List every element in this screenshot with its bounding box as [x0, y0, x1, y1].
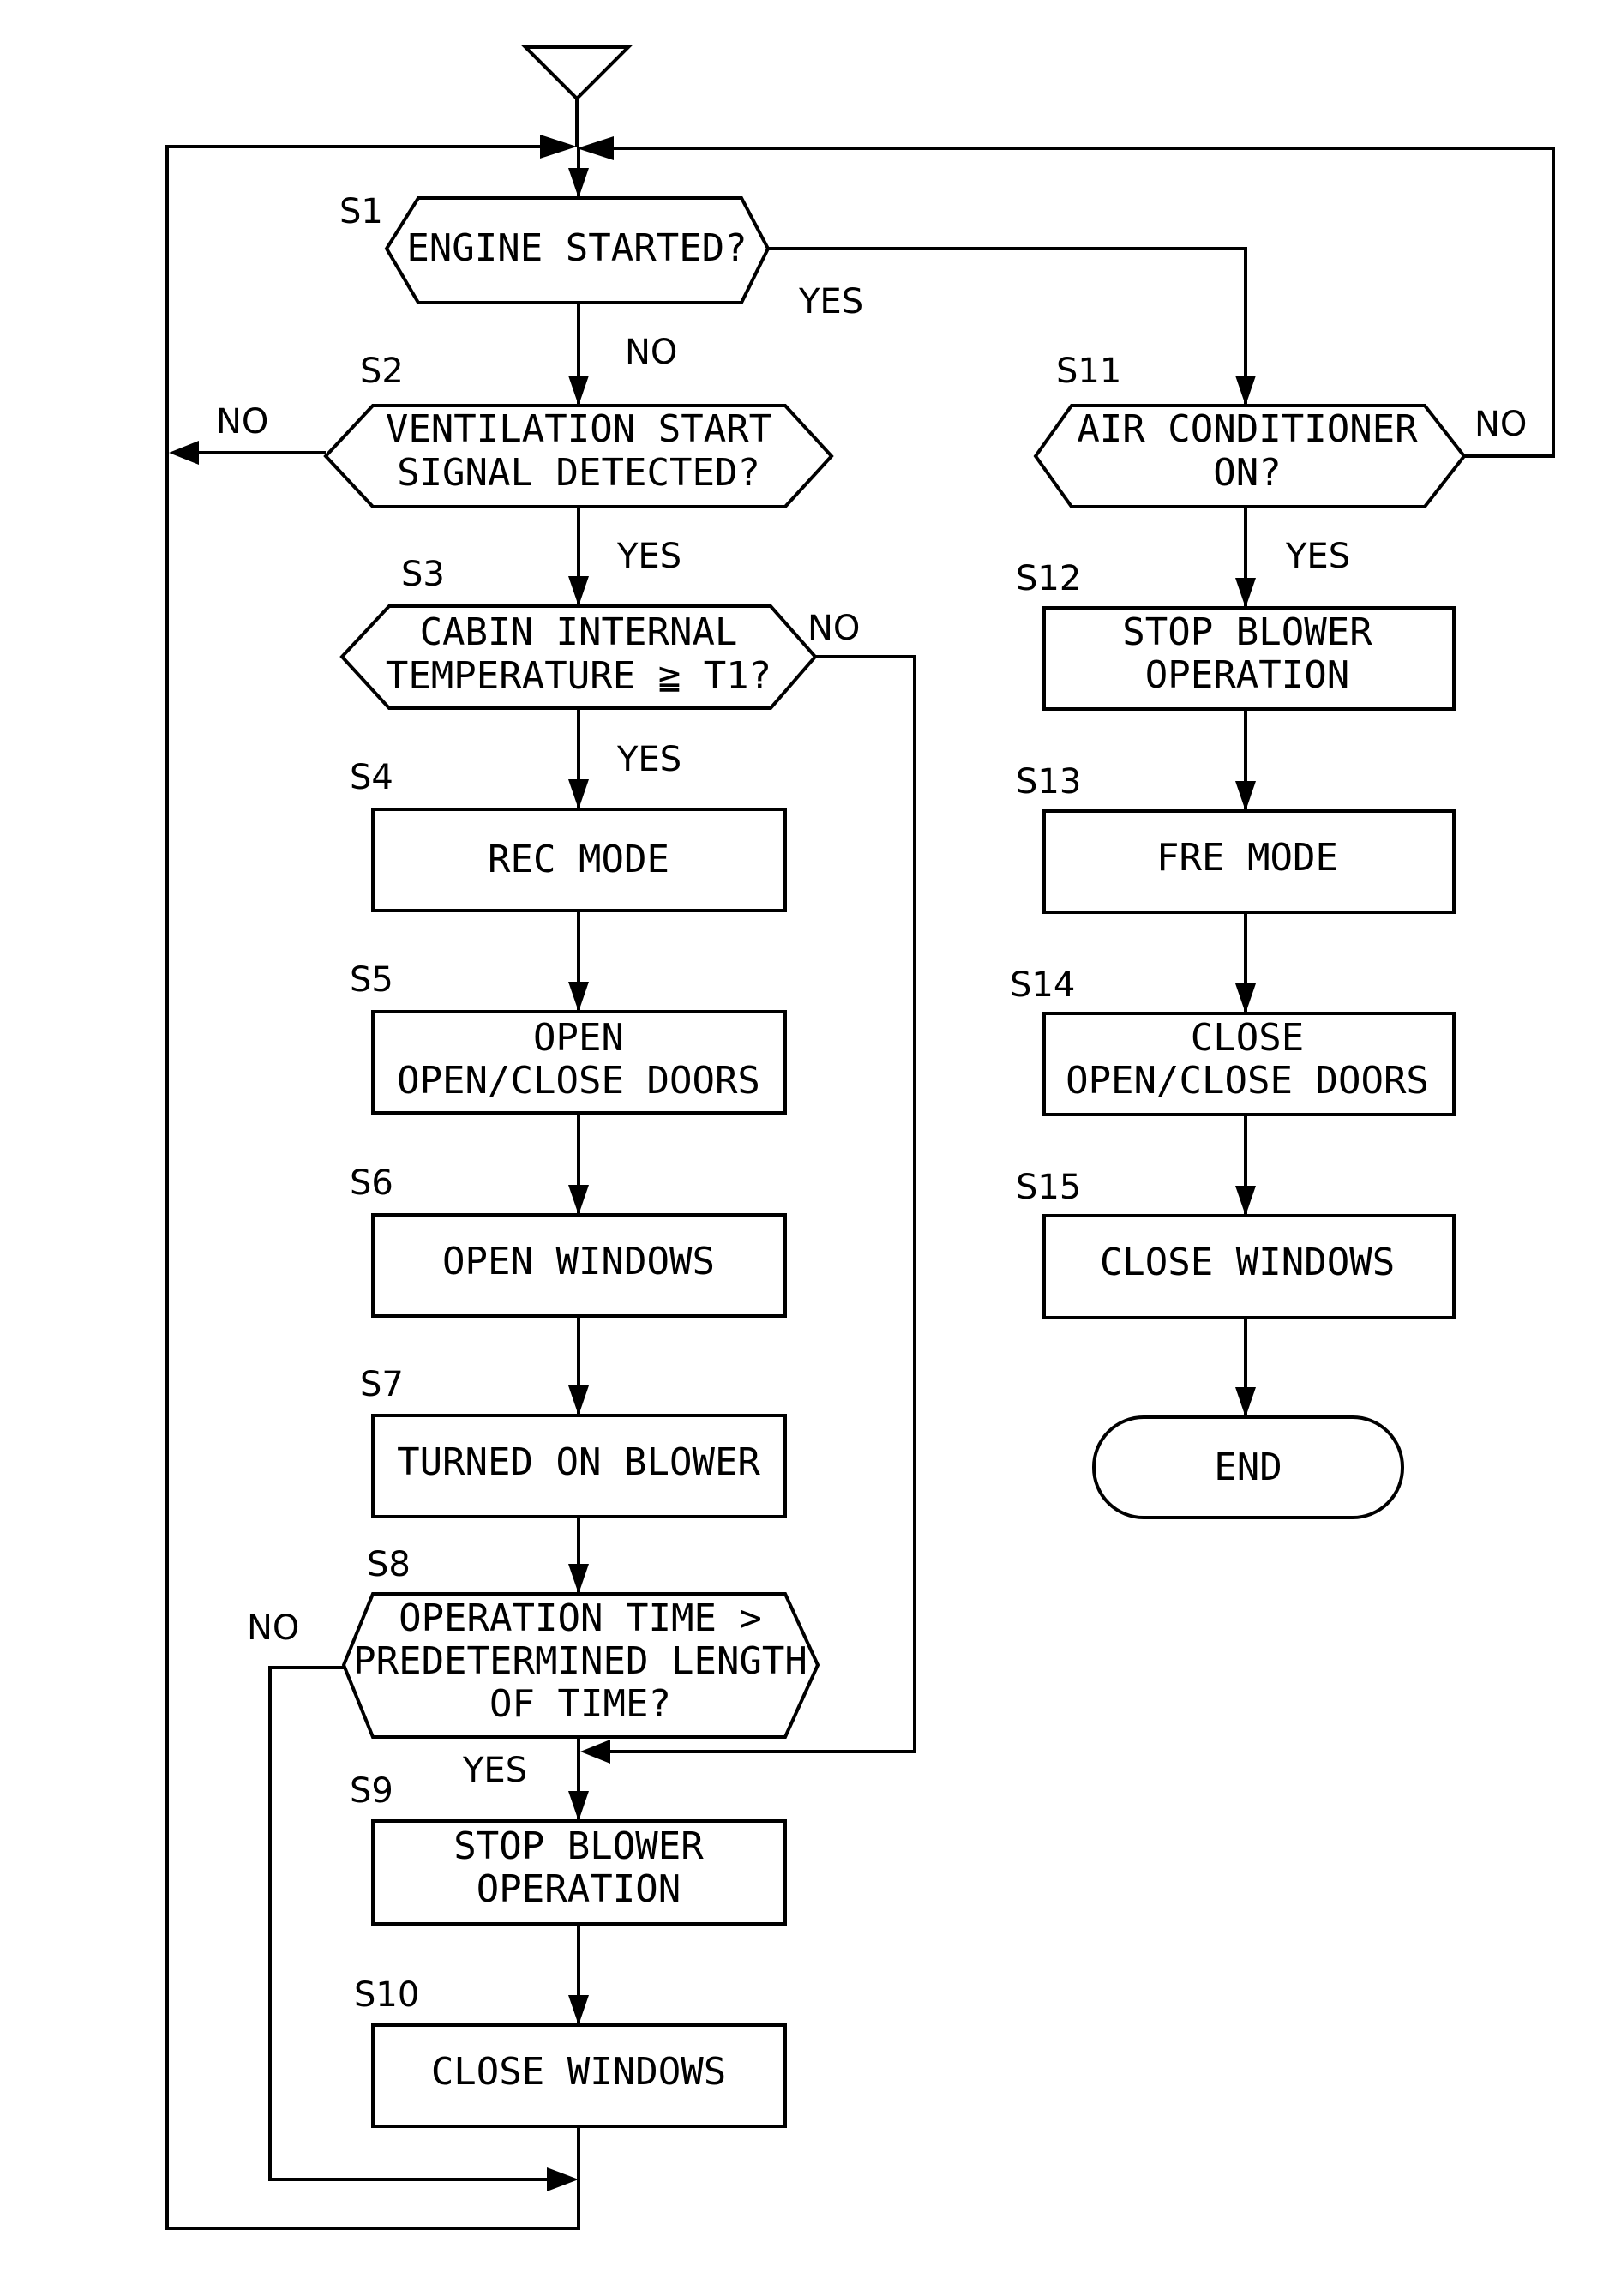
branch-label-s2-yes: YES: [616, 537, 681, 576]
arrow-head-s1: [568, 168, 589, 198]
arrow-head-s10: [568, 1995, 589, 2025]
step-text-s8-line2: PREDETERMINED LENGTH: [353, 1639, 808, 1683]
step-id-s5: S5: [350, 960, 393, 1000]
arrow-head-s2: [568, 376, 589, 406]
arrow-head-s11: [1235, 376, 1256, 406]
arrow-head-s2-no: [169, 441, 199, 465]
arrow-head-s3: [568, 576, 589, 606]
step-id-s1: S1: [339, 192, 383, 231]
connector-s1-yes: [768, 247, 1247, 406]
arrow-head-s6: [568, 1185, 589, 1215]
step-text-s3-line1: CABIN INTERNAL: [420, 610, 738, 654]
step-text-s3-line2: TEMPERATURE ≧ T1?: [386, 654, 771, 698]
step-id-s7: S7: [360, 1365, 404, 1404]
step-id-s3: S3: [401, 555, 445, 594]
branch-label-s11-yes: YES: [1285, 537, 1350, 576]
step-text-s11-line2: ON?: [1213, 451, 1281, 495]
branch-label-s8-yes: YES: [462, 1751, 527, 1790]
step-text-s5-line1: OPEN: [533, 1016, 624, 1060]
step-text-s6: OPEN WINDOWS: [442, 1240, 715, 1283]
arrow-head-s9: [568, 1791, 589, 1821]
step-text-s11-line1: AIR CONDITIONER: [1077, 407, 1418, 451]
step-id-s8: S8: [367, 1545, 411, 1584]
step-text-s5-line2: OPEN/CLOSE DOORS: [397, 1059, 760, 1103]
step-id-s11: S11: [1056, 352, 1121, 391]
arrow-head-s8-no: [547, 2167, 579, 2191]
step-text-s4: REC MODE: [488, 838, 669, 881]
step-id-s10: S10: [354, 1975, 419, 2015]
step-text-s14-line1: CLOSE: [1191, 1016, 1304, 1060]
arrow-head-s13: [1235, 781, 1256, 811]
step-text-s8-line3: OF TIME?: [489, 1682, 671, 1726]
step-id-s12: S12: [1016, 559, 1081, 598]
step-text-s12-line2: OPERATION: [1145, 653, 1349, 697]
step-text-s10: CLOSE WINDOWS: [431, 2050, 726, 2094]
branch-label-s3-yes: YES: [616, 740, 681, 779]
branch-label-s8-no: NO: [247, 1608, 299, 1648]
arrow-head-s4: [568, 779, 589, 809]
arrow-head-s15: [1235, 1186, 1256, 1216]
step-text-s2-line2: SIGNAL DETECTED?: [397, 451, 760, 495]
branch-label-s11-no: NO: [1474, 405, 1527, 444]
branch-label-s1-no: NO: [625, 333, 677, 372]
step-id-s15: S15: [1016, 1168, 1081, 1207]
step-id-s9: S9: [350, 1771, 393, 1811]
step-id-s4: S4: [350, 758, 393, 797]
step-text-s13: FRE MODE: [1156, 836, 1338, 880]
step-id-s6: S6: [350, 1163, 393, 1203]
step-text-s9-line1: STOP BLOWER: [453, 1824, 704, 1868]
end-text: END: [1214, 1446, 1282, 1489]
step-text-s2-line1: VENTILATION START: [386, 407, 771, 451]
step-text-s15: CLOSE WINDOWS: [1100, 1241, 1395, 1284]
arrow-head-s12: [1235, 578, 1256, 608]
arrow-head-s5: [568, 982, 589, 1012]
step-id-s2: S2: [360, 352, 404, 391]
step-text-s1: ENGINE STARTED?: [406, 226, 747, 270]
step-id-s14: S14: [1010, 965, 1075, 1005]
start-triangle: [521, 45, 633, 101]
step-text-s8-line1: OPERATION TIME >: [399, 1596, 762, 1640]
arrow-head-end: [1235, 1387, 1256, 1417]
arrow-head-s8: [568, 1564, 589, 1594]
step-text-s7: TURNED ON BLOWER: [397, 1440, 760, 1484]
step-id-s13: S13: [1016, 762, 1081, 802]
arrow-head-s3-no: [580, 1740, 610, 1764]
step-text-s14-line2: OPEN/CLOSE DOORS: [1066, 1059, 1429, 1103]
flowchart: S1 ENGINE STARTED? YES NO S2 VENTILATION…: [165, 45, 1555, 2230]
branch-label-s3-no: NO: [808, 609, 860, 648]
arrow-head-left-in: [540, 135, 577, 159]
branch-label-s1-yes: YES: [798, 282, 863, 322]
arrow-head-right-in: [577, 136, 614, 160]
arrow-head-s14: [1235, 983, 1256, 1013]
arrow-head-s7: [568, 1385, 589, 1415]
branch-label-s2-no: NO: [216, 402, 268, 442]
step-text-s9-line2: OPERATION: [477, 1867, 681, 1911]
step-text-s12-line1: STOP BLOWER: [1122, 610, 1372, 654]
